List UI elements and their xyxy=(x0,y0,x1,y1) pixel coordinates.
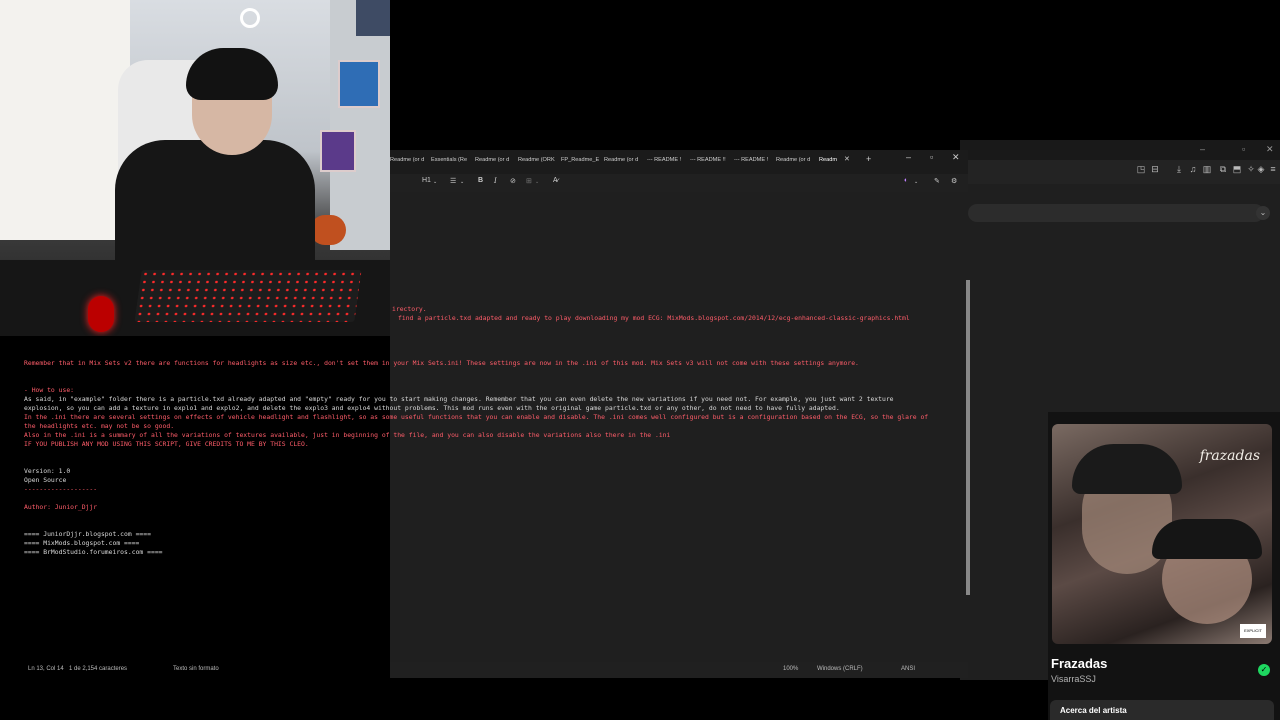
rgb-keyboard xyxy=(134,270,362,322)
bold-icon[interactable]: B xyxy=(478,177,483,184)
music-icon[interactable]: ♫ xyxy=(1188,164,1198,174)
tab-item[interactable]: Readme (or d xyxy=(475,157,513,163)
format-toolbar: H1 ⌄ ☰ ⌄ B I ⊘ ⊞ ⌄ A̷ ◐ ⌄ ✎ ⚙ xyxy=(390,174,968,192)
webcam-wall xyxy=(330,0,390,250)
about-artist-label: Acerca del artista xyxy=(1060,706,1127,715)
wall-poster xyxy=(320,130,356,172)
streamer-hair xyxy=(186,48,278,100)
copilot-icon[interactable]: ◐ xyxy=(904,177,908,184)
text-line: the headlights etc. may not be so good. xyxy=(24,422,175,430)
link-icon[interactable]: ⊘ xyxy=(510,177,516,185)
text-line: Open Source xyxy=(24,476,67,484)
spellcheck-icon[interactable]: ✎ xyxy=(934,177,940,185)
cover-figure-cap xyxy=(1072,444,1182,494)
tab-item[interactable]: Readme (ORK xyxy=(518,157,556,163)
text-line: find a particle.txd adapted and ready to… xyxy=(398,314,910,322)
about-artist-card[interactable]: Acerca del artista xyxy=(1050,700,1274,720)
browser-titlebar: – ▫ ✕ xyxy=(960,140,1280,160)
chevron-down-icon[interactable]: ⌄ xyxy=(535,179,539,185)
chevron-down-icon[interactable]: ⌄ xyxy=(914,179,918,185)
download-icon[interactable]: ⤓ xyxy=(1174,164,1184,174)
tab-item[interactable]: --- README ! xyxy=(734,157,772,163)
sidebar-icon[interactable]: ▥ xyxy=(1202,164,1212,174)
italic-icon[interactable]: I xyxy=(494,177,497,185)
text-line: IF YOU PUBLISH ANY MOD USING THIS SCRIPT… xyxy=(24,440,309,448)
tab-item[interactable]: Readme (or d xyxy=(390,157,428,163)
text-line: In the .ini there are several settings o… xyxy=(24,413,929,421)
text-editor[interactable] xyxy=(390,192,968,662)
song-title[interactable]: Frazadas xyxy=(1051,656,1107,671)
close-tab-icon[interactable]: ✕ xyxy=(844,155,850,163)
text-line: - How to use: xyxy=(24,386,75,394)
tab-item[interactable]: --- README ! xyxy=(647,157,685,163)
maximize-icon[interactable]: ▫ xyxy=(930,152,933,162)
tab-strip: Readme (or d Essentials (Re Readme (or d… xyxy=(390,150,968,174)
plant-pot xyxy=(310,215,346,245)
artist-name[interactable]: VisarraSSJ xyxy=(1051,674,1096,684)
webcam-overlay xyxy=(0,0,390,336)
cursor-position: Ln 13, Col 14 xyxy=(28,666,64,672)
text-line: Version: 1.0 xyxy=(24,467,71,475)
list-icon[interactable]: ☰ xyxy=(450,177,456,185)
album-cover[interactable]: frazadas EXPLICIT xyxy=(1052,424,1272,644)
heading-select[interactable]: H1 xyxy=(422,177,431,184)
text-line: ==== MixMods.blogspot.com ==== xyxy=(24,539,140,547)
chevron-down-icon[interactable]: ⌄ xyxy=(433,179,437,185)
close-icon[interactable]: ✕ xyxy=(952,152,960,163)
encoding[interactable]: ANSI xyxy=(901,666,915,672)
tab-item[interactable]: Essentials (Re xyxy=(431,157,471,163)
tab-item[interactable]: --- README !! xyxy=(690,157,730,163)
close-icon[interactable]: ✕ xyxy=(1266,144,1274,155)
browser-toolbar: ◳ ⊟ ⤓ ♫ ▥ ⧉ ⬒ ✧ ◈ ≡ xyxy=(960,160,1280,184)
tab-item[interactable]: Readme (or d xyxy=(776,157,814,163)
extension-icon[interactable]: ◳ xyxy=(1136,164,1146,174)
text-line: ------------------- xyxy=(24,485,98,493)
music-player-panel: frazadas EXPLICIT Frazadas VisarraSSJ ✓ … xyxy=(1048,412,1280,720)
tab-item-active[interactable]: Readm xyxy=(819,157,841,163)
bookmark-icon[interactable]: ⬒ xyxy=(1232,164,1242,174)
wall-poster xyxy=(338,60,380,108)
new-tab-icon[interactable]: + xyxy=(866,154,871,164)
text-line: explosion, so you can add a texture in e… xyxy=(24,404,840,412)
saved-check-icon[interactable]: ✓ xyxy=(1258,664,1270,676)
scrollbar[interactable] xyxy=(966,280,970,595)
streamer-body xyxy=(115,140,315,280)
chevron-down-icon[interactable]: ⌄ xyxy=(1256,206,1270,220)
split-icon[interactable]: ⧉ xyxy=(1218,164,1228,174)
webcam-background-window xyxy=(0,0,130,240)
address-bar[interactable] xyxy=(968,204,1264,222)
text-line: irectory. xyxy=(392,305,427,313)
tab-item[interactable]: FP_Readme_E xyxy=(561,157,599,163)
tab-item[interactable]: Readme (or d xyxy=(604,157,642,163)
menu-icon[interactable]: ≡ xyxy=(1268,164,1278,174)
clear-format-icon[interactable]: A̷ xyxy=(553,177,558,184)
status-bar xyxy=(390,662,968,678)
text-line: Remember that in Mix Sets v2 there are f… xyxy=(24,359,859,367)
char-count: 1 de 2,154 caracteres xyxy=(69,666,128,672)
maximize-icon[interactable]: ▫ xyxy=(1242,144,1245,154)
minimize-icon[interactable]: – xyxy=(1200,144,1205,154)
minimize-icon[interactable]: – xyxy=(906,152,911,162)
text-line: Author: Junior_Djjr xyxy=(24,503,98,511)
settings-gear-icon[interactable]: ⚙ xyxy=(951,177,957,185)
cover-figure-cap xyxy=(1152,519,1262,559)
line-ending[interactable]: Windows (CRLF) xyxy=(817,666,863,672)
text-line: ==== BrModStudio.forumeiros.com ==== xyxy=(24,548,163,556)
cover-title: frazadas xyxy=(1199,448,1260,464)
tab-icon[interactable]: ⊟ xyxy=(1150,164,1160,174)
zoom-level[interactable]: 100% xyxy=(783,666,798,672)
chevron-down-icon[interactable]: ⌄ xyxy=(460,179,464,185)
table-icon[interactable]: ⊞ xyxy=(526,177,532,185)
text-line: ==== JuniorDjjr.blogspot.com ==== xyxy=(24,530,151,538)
ring-light-icon xyxy=(240,8,260,28)
format-mode[interactable]: Texto sin formato xyxy=(173,666,219,672)
gaming-mouse xyxy=(88,296,114,332)
shield-icon[interactable]: ◈ xyxy=(1256,164,1266,174)
copilot-icon[interactable]: ✧ xyxy=(1246,164,1256,174)
text-line: Also in the .ini is a summary of all the… xyxy=(24,431,671,439)
text-line: As said, in "example" folder there is a … xyxy=(24,395,894,403)
parental-advisory-label: EXPLICIT xyxy=(1240,624,1266,638)
wall-poster xyxy=(356,0,390,36)
